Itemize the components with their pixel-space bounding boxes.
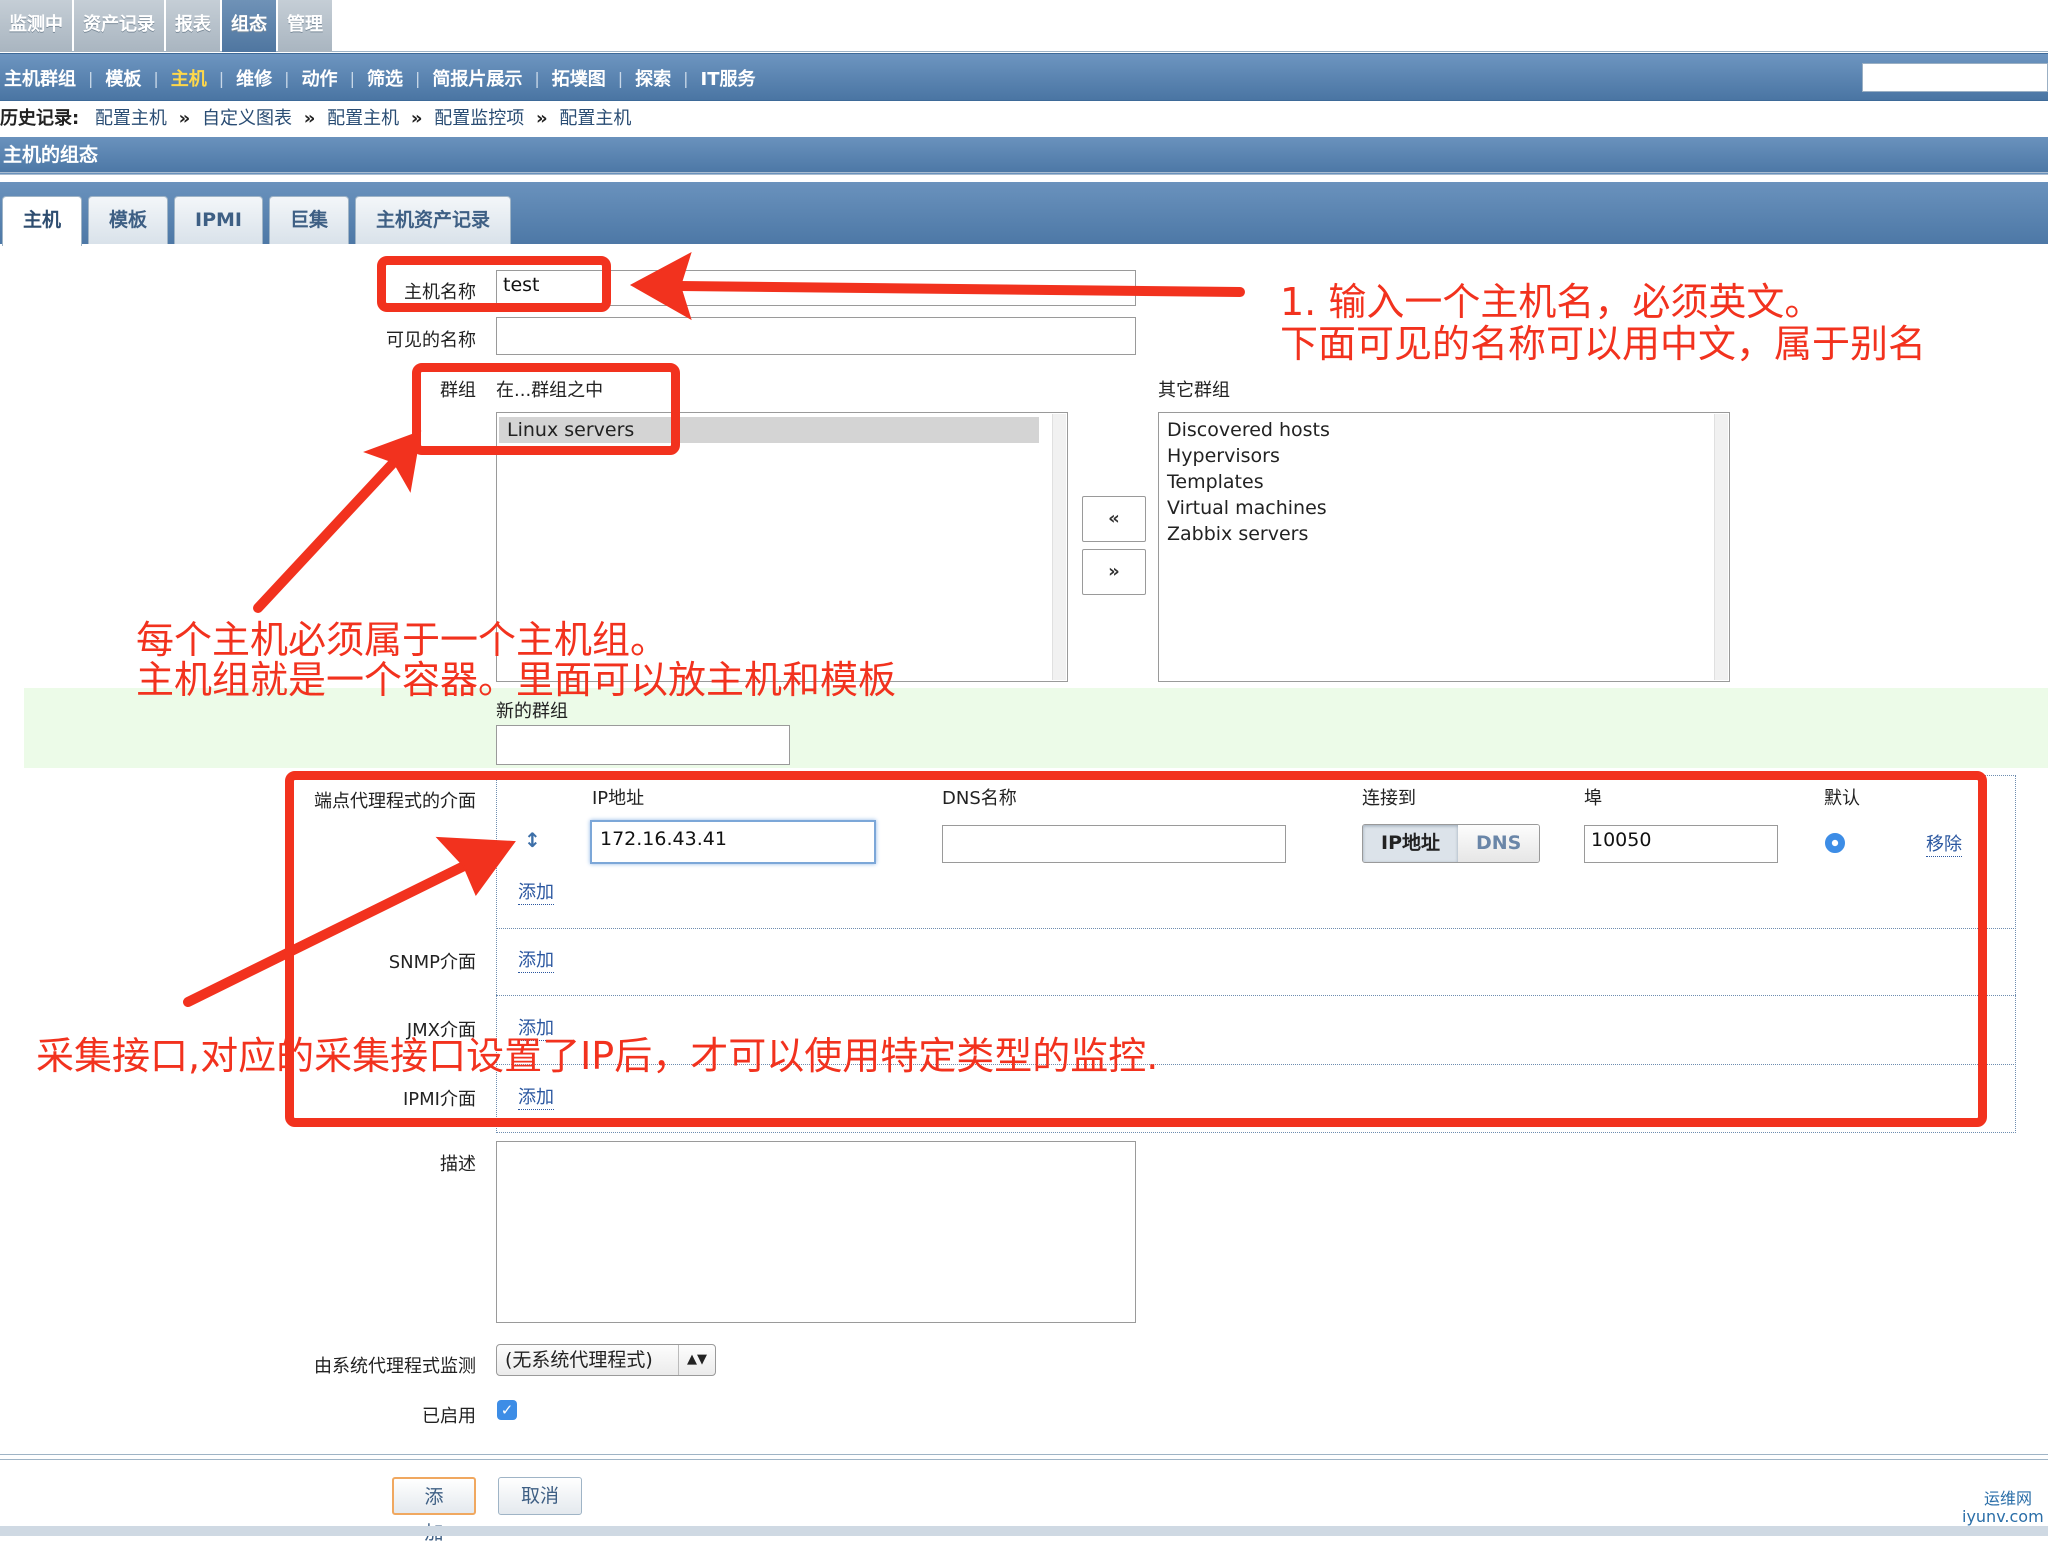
annotation-arrows xyxy=(183,251,1245,1007)
arrow-head xyxy=(435,836,516,897)
watermark-line1: 运维网 xyxy=(1984,1489,2033,1508)
arrow-shaft xyxy=(183,861,469,1007)
arrow-shaft xyxy=(675,281,1245,297)
annotation-groups-line1: 每个主机必须属于一个主机组。 xyxy=(136,618,669,662)
annotation-host-name-line2: 下面可见的名称可以用中文，属于别名 xyxy=(1280,322,1927,366)
watermark-line2: iyunv.com xyxy=(1962,1507,2044,1526)
annotation-host-name-line1: 1. 输入一个主机名，必须英文。 xyxy=(1280,280,1823,324)
watermark-logo: 运维网 iyunv.com xyxy=(1944,1490,2044,1526)
arrow-shaft xyxy=(253,457,399,613)
annotation-groups-line2: 主机组就是一个容器。里面可以放主机和模板 xyxy=(136,658,897,702)
annotation-interfaces: 采集接口,对应的采集接口设置了IP后，才可以使用特定类型的监控. xyxy=(36,1034,1159,1078)
